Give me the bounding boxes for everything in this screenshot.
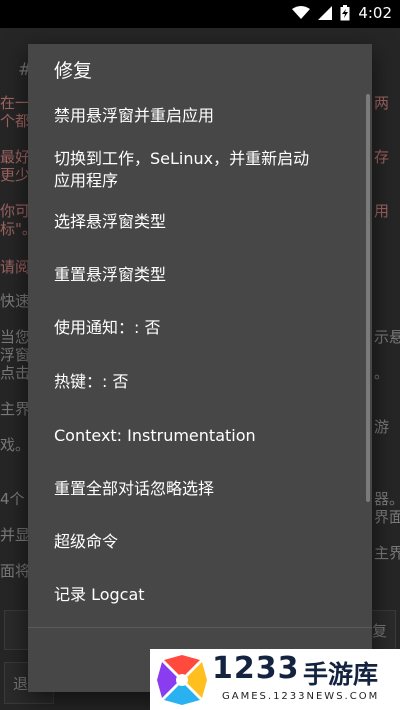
signal-icon — [318, 6, 333, 20]
bg-text: 个都 — [0, 112, 31, 130]
watermark-logo-icon — [157, 655, 207, 705]
dialog-title: 修复 — [54, 60, 93, 82]
bg-text: 戏。 — [0, 436, 31, 454]
menu-item-record-logcat[interactable]: 记录 Logcat — [54, 584, 354, 606]
bg-fix-button-label: 复 — [371, 622, 387, 640]
bg-text: 用 — [374, 202, 390, 220]
dialog-scrollbar[interactable] — [366, 94, 370, 502]
status-icons: 4:02 — [292, 4, 392, 22]
bg-text: 示悬 — [374, 328, 400, 346]
bg-text: 游 — [374, 418, 390, 436]
status-bar: 4:02 — [0, 0, 400, 28]
bg-text: 点击 — [0, 364, 31, 382]
menu-item-hotkey[interactable]: 热键：: 否 — [54, 371, 354, 393]
watermark-url: GAMES.1233NEWS.COM — [222, 691, 380, 702]
clock: 4:02 — [358, 4, 392, 22]
menu-item-reset-dialog-ignore[interactable]: 重置全部对话忽略选择 — [54, 478, 354, 500]
bg-text: 界面 — [374, 508, 400, 526]
bg-text: 。 — [374, 364, 390, 382]
watermark-name: 手游库 — [303, 660, 379, 689]
bg-text: 主界 — [374, 544, 400, 562]
bg-text: 两 — [374, 94, 390, 112]
bg-text: 面将 — [0, 562, 31, 580]
menu-item-use-notification[interactable]: 使用通知：: 否 — [54, 317, 354, 339]
bg-exit-button-label: 退 — [13, 675, 29, 693]
menu-item-select-overlay-type[interactable]: 选择悬浮窗类型 — [54, 211, 354, 233]
bg-text: 主界 — [0, 400, 31, 418]
menu-item-reset-overlay-type[interactable]: 重置悬浮窗类型 — [54, 264, 354, 286]
watermark-number: 1233 — [212, 651, 300, 686]
bg-text: 4个 — [0, 490, 25, 508]
wifi-icon — [292, 6, 311, 19]
bg-text: 更少 — [0, 166, 31, 184]
bg-text: 存 — [374, 148, 390, 166]
menu-item-switch-selinux-line1: 切换到工作，SeLinux，并重新启动 — [54, 149, 310, 168]
watermark-banner: 1233 手游库 GAMES.1233NEWS.COM — [150, 649, 400, 710]
bg-text: 请阅 — [0, 258, 31, 276]
menu-item-switch-selinux-line2: 应用程序 — [54, 171, 119, 190]
bg-text: 并显 — [0, 526, 31, 544]
menu-item-context-instrumentation[interactable]: Context: Instrumentation — [54, 425, 354, 447]
bg-text: 快速 — [0, 292, 31, 310]
dialog-divider — [28, 627, 372, 628]
battery-charging-icon — [340, 5, 350, 21]
menu-item-super-command[interactable]: 超级命令 — [54, 531, 354, 553]
fix-menu-dialog: 修复 禁用悬浮窗并重启应用 切换到工作，SeLinux，并重新启动 应用程序 选… — [28, 44, 372, 692]
menu-item-disable-overlay-restart[interactable]: 禁用悬浮窗并重启应用 — [54, 105, 354, 127]
menu-item-switch-selinux-restart[interactable]: 切换到工作，SeLinux，并重新启动 应用程序 — [54, 148, 354, 192]
